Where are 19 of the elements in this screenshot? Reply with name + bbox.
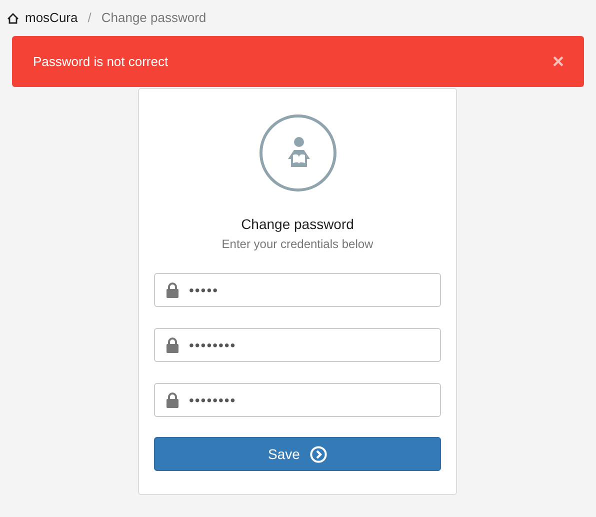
password-value: •••••: [189, 280, 219, 300]
password-field[interactable]: ••••••••: [154, 328, 441, 362]
save-button[interactable]: Save: [154, 437, 441, 471]
home-link[interactable]: mosCura: [25, 8, 78, 28]
home-icon: [7, 12, 19, 24]
breadcrumb-current: Change password: [101, 9, 206, 28]
lock-icon: [166, 282, 179, 298]
alert-message: Password is not correct: [33, 52, 168, 71]
password-field[interactable]: •••••: [154, 273, 441, 307]
card-subtitle: Enter your credentials below: [222, 236, 374, 253]
breadcrumb-separator: /: [86, 9, 92, 28]
card-title: Change password: [241, 215, 354, 234]
chevron-circle-icon: [310, 446, 327, 462]
reader-icon: [258, 114, 336, 192]
lock-icon: [166, 392, 179, 408]
password-value: ••••••••: [189, 390, 236, 410]
password-value: ••••••••: [189, 336, 236, 354]
password-field[interactable]: ••••••••: [154, 383, 441, 417]
lock-icon: [166, 337, 179, 353]
